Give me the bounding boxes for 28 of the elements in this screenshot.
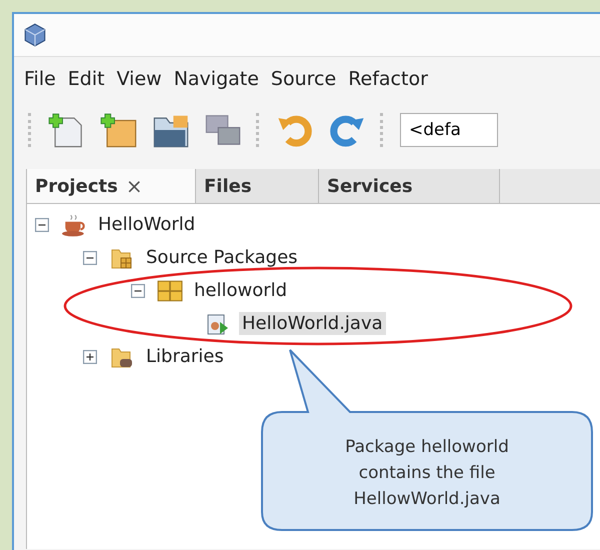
expand-icon[interactable] [83,350,97,364]
cube-icon [22,22,48,48]
panel-tab[interactable]: Services [319,169,500,203]
tree-item[interactable]: HelloWorld [95,213,198,236]
collapse-icon[interactable] [131,284,145,298]
collapse-icon[interactable] [83,250,97,264]
panel-tab[interactable]: Files [196,169,319,203]
menu-item[interactable]: Navigate [174,68,259,90]
menu-item[interactable]: Source [270,68,336,90]
grid-icon [157,278,183,302]
tree-item[interactable]: Libraries [143,345,227,368]
new-folder-icon[interactable] [100,111,138,149]
tree-item[interactable]: helloworld [191,279,290,302]
panel-tab[interactable]: Projects × [27,169,196,203]
menu-item[interactable]: Edit [68,68,105,90]
configuration-dropdown[interactable]: <defa [400,113,498,147]
callout-text: Package helloworld contains the file HellowWorld.java [344,436,510,511]
tab-label: Projects [35,176,118,196]
tab-label: Services [327,176,413,196]
menu-item[interactable]: Refactor [348,68,428,90]
close-icon[interactable]: × [126,174,143,198]
menu-item[interactable]: File [24,68,56,90]
tree-item[interactable]: Source Packages [143,246,301,269]
tab-label: Files [204,176,252,196]
coffee-cup-icon [61,212,87,236]
collapse-icon[interactable] [35,218,49,232]
menu-item[interactable]: View [116,68,162,90]
tree-item[interactable]: HelloWorld.java [239,312,386,335]
